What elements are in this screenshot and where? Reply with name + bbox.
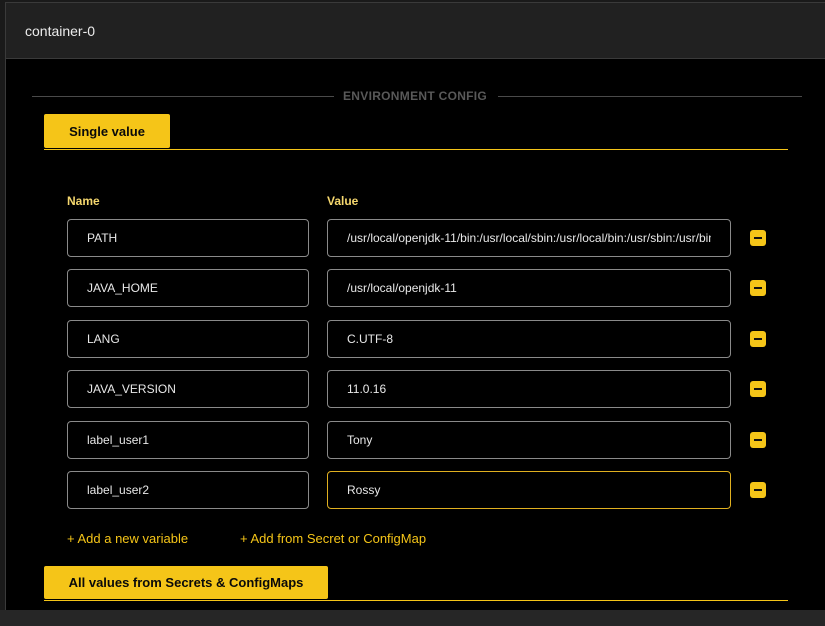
container-title: container-0 bbox=[25, 23, 96, 39]
minus-icon bbox=[754, 489, 762, 491]
divider-line-right bbox=[498, 96, 802, 97]
container-panel: container-0 ENVIRONMENT CONFIG Single va… bbox=[5, 2, 825, 610]
remove-variable-button[interactable] bbox=[750, 381, 766, 397]
minus-icon bbox=[754, 388, 762, 390]
variable-value-input[interactable] bbox=[327, 421, 731, 459]
tab-all-values-underline bbox=[44, 600, 788, 601]
remove-variable-button[interactable] bbox=[750, 230, 766, 246]
variable-name-input[interactable] bbox=[67, 471, 309, 509]
variable-value-input[interactable] bbox=[327, 269, 731, 307]
remove-variable-button[interactable] bbox=[750, 432, 766, 448]
remove-variable-button[interactable] bbox=[750, 331, 766, 347]
minus-icon bbox=[754, 287, 762, 289]
container-header[interactable]: container-0 bbox=[6, 3, 825, 59]
tab-single-value[interactable]: Single value bbox=[44, 114, 170, 148]
variable-value-input-focused[interactable] bbox=[327, 471, 731, 509]
minus-icon bbox=[754, 237, 762, 239]
add-variable-link[interactable]: + Add a new variable bbox=[67, 531, 188, 546]
variable-name-input[interactable] bbox=[67, 219, 309, 257]
bottom-strip bbox=[0, 610, 825, 626]
add-from-secret-link[interactable]: + Add from Secret or ConfigMap bbox=[240, 531, 426, 546]
section-title: ENVIRONMENT CONFIG bbox=[343, 89, 488, 103]
minus-icon bbox=[754, 338, 762, 340]
page: container-0 ENVIRONMENT CONFIG Single va… bbox=[0, 0, 825, 626]
divider-line-left bbox=[32, 96, 334, 97]
remove-variable-button[interactable] bbox=[750, 280, 766, 296]
minus-icon bbox=[754, 439, 762, 441]
column-label-value: Value bbox=[327, 194, 359, 208]
tab-all-values[interactable]: All values from Secrets & ConfigMaps bbox=[44, 566, 328, 599]
variable-name-input[interactable] bbox=[67, 269, 309, 307]
variable-name-input[interactable] bbox=[67, 370, 309, 408]
variable-value-input[interactable] bbox=[327, 370, 731, 408]
column-label-name: Name bbox=[67, 194, 100, 208]
variable-value-input[interactable] bbox=[327, 219, 731, 257]
section-divider: ENVIRONMENT CONFIG bbox=[32, 88, 802, 104]
tab-single-value-underline bbox=[44, 149, 788, 150]
remove-variable-button[interactable] bbox=[750, 482, 766, 498]
variable-value-input[interactable] bbox=[327, 320, 731, 358]
variable-name-input[interactable] bbox=[67, 421, 309, 459]
variable-name-input[interactable] bbox=[67, 320, 309, 358]
